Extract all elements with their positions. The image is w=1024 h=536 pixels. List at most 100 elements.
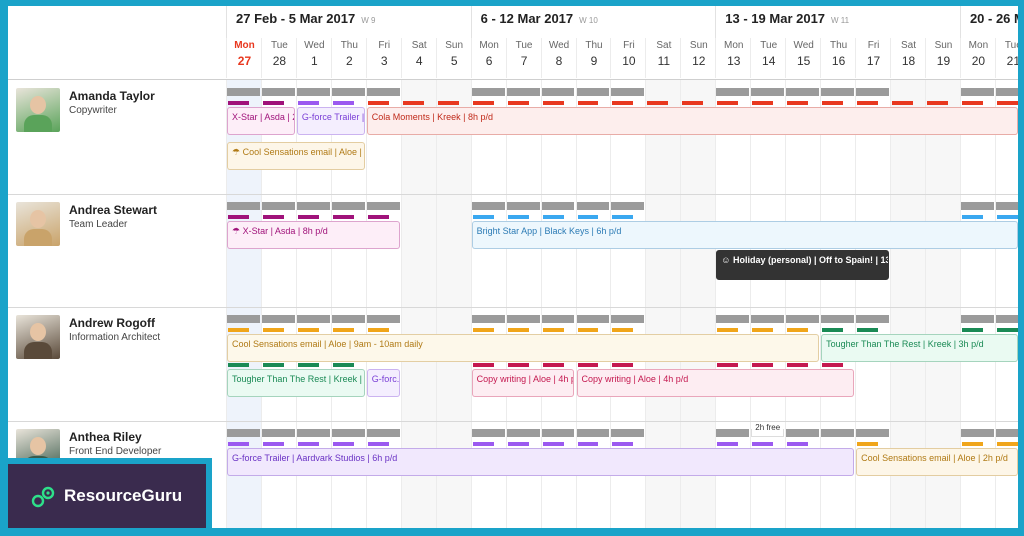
person-name[interactable]: Amanda Taylor [69,89,155,103]
day-header[interactable]: Tue 14 [750,38,786,78]
booking-bar[interactable]: G-forc... [366,369,400,397]
availability-bar[interactable] [716,88,750,96]
booking-bar[interactable]: G-force Trailer | Aardvark Studios | 6h … [296,107,365,135]
booking-bar[interactable]: ☂ X-Star | Asda | 8h p/d [227,220,400,249]
booking-bar[interactable]: ☺ Holiday (personal) | Off to Spain! | 1… [716,249,890,280]
availability-bar[interactable] [366,88,400,96]
availability-bar[interactable] [995,315,1018,323]
availability-bar[interactable] [506,315,540,323]
day-header[interactable]: Tue 7 [505,38,542,78]
day-header[interactable]: Mon 6 [470,38,507,78]
day-header[interactable]: Sat 11 [645,38,681,78]
availability-bar[interactable] [471,201,505,210]
availability-bar[interactable] [506,201,540,210]
day-header[interactable]: Mon 13 [715,38,751,78]
person-name[interactable]: Anthea Riley [69,430,142,444]
availability-bar[interactable] [366,428,400,437]
booking-bar[interactable]: Copy writing | Aloe | 4h p/d [576,369,855,397]
day-header[interactable]: Wed 15 [785,38,821,78]
day-header[interactable]: Thu 16 [820,38,856,78]
day-header[interactable]: Sun 12 [680,38,716,78]
avatar[interactable] [16,315,60,359]
availability-bar[interactable] [576,315,610,323]
day-header[interactable]: Thu 9 [575,38,612,78]
brand-badge[interactable]: ResourceGuru [8,458,212,528]
day-header[interactable]: Mon 20 [959,38,996,78]
availability-bar[interactable] [331,201,365,210]
availability-bar[interactable] [821,88,855,96]
booking-bar[interactable]: G-force Trailer | Aardvark Studios | 6h … [227,447,855,476]
availability-bar[interactable] [960,201,994,210]
day-header[interactable]: Tue 28 [260,38,297,78]
availability-bar[interactable] [296,201,330,210]
availability-bar[interactable] [471,428,505,437]
availability-bar[interactable] [576,428,610,437]
person-name[interactable]: Andrea Stewart [69,203,157,217]
availability-bar[interactable] [611,88,645,96]
availability-bar[interactable] [716,315,750,323]
availability-bar[interactable] [227,315,260,323]
availability-bar[interactable] [856,428,890,437]
availability-bar[interactable] [227,201,260,210]
booking-bar[interactable]: Tougher Than The Rest | Kreek | 7h... [227,369,365,397]
week-header[interactable]: 13 - 19 Mar 2017 W 11 [715,6,961,42]
availability-bar[interactable] [541,88,575,96]
availability-bar[interactable] [261,201,295,210]
availability-bar[interactable] [995,428,1018,437]
availability-bar[interactable] [471,88,505,96]
day-header[interactable]: Wed 1 [295,38,332,78]
availability-bar[interactable] [331,428,365,437]
booking-bar[interactable]: ☂ Cool Sensations email | Aloe | 2h p/d [227,142,365,170]
day-header[interactable]: Mon 27 [226,38,262,78]
availability-bar[interactable] [821,428,855,437]
availability-bar[interactable] [786,88,820,96]
day-header[interactable]: Sat 18 [890,38,926,78]
week-header[interactable]: 27 Feb - 5 Mar 2017 W 9 [226,6,472,42]
availability-bar[interactable] [611,315,645,323]
availability-bar[interactable] [261,88,295,96]
availability-bar[interactable] [261,428,295,437]
availability-bar[interactable] [331,315,365,323]
day-header[interactable]: Wed 8 [540,38,577,78]
availability-bar[interactable] [611,201,645,210]
availability-bar[interactable] [296,315,330,323]
day-header[interactable]: Fri 3 [365,38,402,78]
avatar[interactable] [16,201,60,246]
availability-bar[interactable] [261,315,295,323]
availability-bar[interactable] [541,201,575,210]
availability-bar[interactable] [821,315,855,323]
availability-bar[interactable] [366,201,400,210]
booking-bar[interactable]: Tougher Than The Rest | Kreek | 3h p/d [821,334,1018,362]
availability-bar[interactable] [541,315,575,323]
availability-bar[interactable] [506,88,540,96]
availability-bar[interactable] [576,201,610,210]
availability-bar[interactable] [856,88,890,96]
availability-bar[interactable] [786,315,820,323]
day-header[interactable]: Sun 19 [925,38,961,78]
availability-bar[interactable] [960,88,994,96]
availability-bar[interactable] [296,428,330,437]
availability-bar[interactable] [995,88,1018,96]
day-header[interactable]: Sun 5 [435,38,472,78]
availability-bar[interactable] [960,428,994,437]
availability-bar[interactable] [471,315,505,323]
availability-bar[interactable] [856,315,890,323]
booking-bar[interactable]: Bright Star App | Black Keys | 6h p/d [471,220,1018,249]
day-header[interactable]: Tue 21 [994,38,1018,78]
availability-bar[interactable] [786,428,820,437]
person-name[interactable]: Andrew Rogoff [69,316,155,330]
availability-bar[interactable] [506,428,540,437]
availability-bar[interactable] [751,315,785,323]
booking-bar[interactable]: X-Star | Asda | 2h p/d [227,107,295,135]
day-header[interactable]: Fri 17 [855,38,891,78]
booking-bar[interactable]: Cool Sensations email | Aloe | 9am - 10a… [227,334,820,362]
week-header[interactable]: 20 - 26 M [959,6,1018,42]
day-header[interactable]: Fri 10 [610,38,646,78]
availability-bar[interactable] [227,88,260,96]
availability-bar[interactable] [576,88,610,96]
availability-bar[interactable] [331,88,365,96]
booking-bar[interactable]: Cool Sensations email | Aloe | 2h p/d [856,447,1018,476]
availability-bar[interactable] [960,315,994,323]
booking-bar[interactable]: Copy writing | Aloe | 4h p/d [471,369,575,397]
availability-bar[interactable] [296,88,330,96]
